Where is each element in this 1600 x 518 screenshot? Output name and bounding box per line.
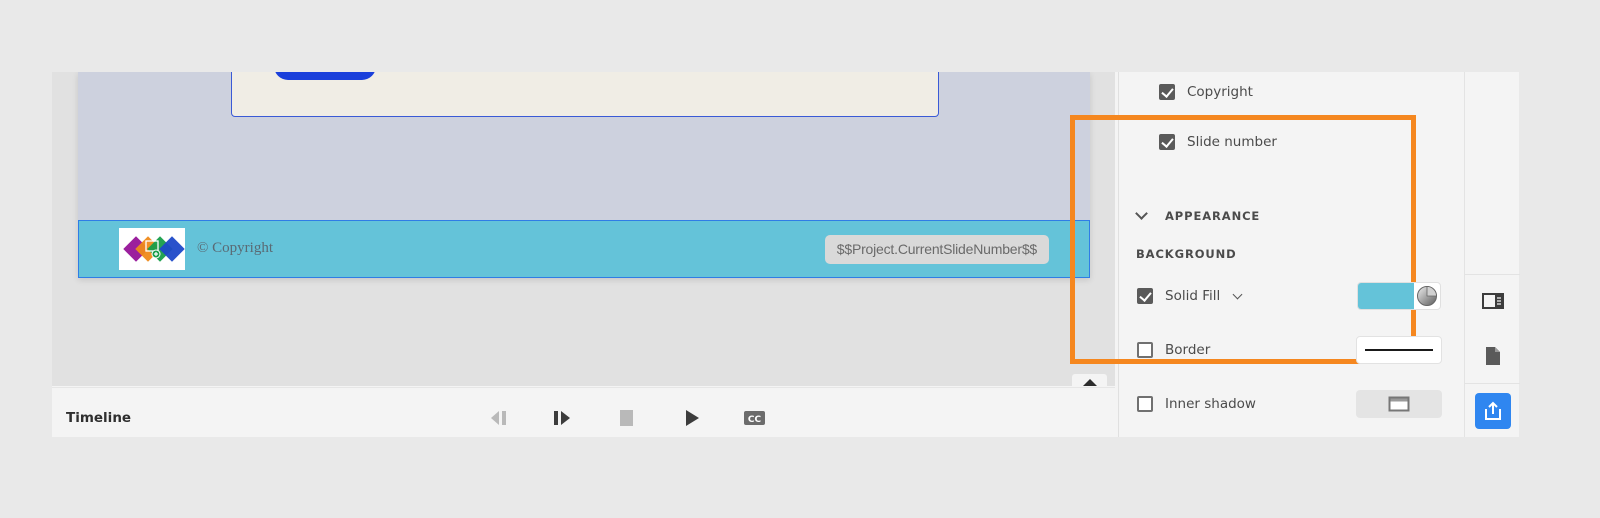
expand-timeline-toggle[interactable] — [1072, 374, 1107, 386]
next-button[interactable] — [551, 408, 573, 428]
appearance-title: APPEARANCE — [1165, 209, 1261, 223]
footer-slide-number-field[interactable]: $$Project.CurrentSlideNumber$$ — [824, 235, 1049, 264]
color-wheel-icon — [1417, 286, 1437, 306]
step-back-icon — [491, 411, 506, 425]
rail-divider — [1465, 383, 1520, 384]
step-forward-icon — [554, 411, 570, 425]
timeline-label: Timeline — [66, 410, 132, 426]
appearance-highlight-box — [1070, 115, 1416, 364]
document-icon — [1486, 347, 1500, 365]
rail-divider — [1465, 274, 1520, 275]
inner-shadow-row: Inner shadow — [1137, 396, 1256, 412]
border-row: Border — [1137, 342, 1210, 358]
play-icon — [686, 410, 699, 426]
fill-color-preview[interactable] — [1358, 283, 1414, 309]
svg-text:CC: CC — [748, 415, 762, 425]
right-icon-rail — [1464, 72, 1520, 437]
border-checkbox[interactable] — [1137, 342, 1153, 358]
timeline-bar: Timeline CC — [52, 387, 1115, 437]
solid-fill-label[interactable]: Solid Fill — [1165, 288, 1220, 304]
stop-button[interactable] — [617, 408, 637, 428]
inner-shadow-picker[interactable] — [1356, 390, 1442, 418]
border-label: Border — [1165, 342, 1211, 358]
copyright-checkbox[interactable] — [1159, 84, 1175, 100]
chevron-down-icon — [1135, 207, 1148, 220]
caret-up-icon — [1082, 379, 1098, 386]
properties-panel-button[interactable] — [1475, 283, 1511, 319]
fill-type-dropdown-chevron-icon[interactable] — [1232, 289, 1243, 299]
play-button[interactable] — [682, 408, 702, 428]
slide-stage: © Copyright $$Project.CurrentSlideNumber… — [52, 72, 1115, 386]
panel-layout-icon — [1482, 293, 1504, 309]
copyright-option[interactable]: Copyright — [1159, 84, 1253, 100]
previous-button[interactable] — [489, 408, 511, 428]
footer-copyright-text[interactable]: © Copyright — [197, 240, 273, 257]
cc-icon: CC — [744, 411, 765, 425]
border-line-preview — [1365, 349, 1433, 351]
background-title: BACKGROUND — [1136, 247, 1237, 261]
inner-shadow-icon — [1388, 396, 1410, 412]
fill-color-swatch[interactable] — [1357, 282, 1441, 310]
footer-logo-image[interactable] — [119, 228, 185, 270]
slide-button-shape[interactable] — [274, 72, 376, 80]
inner-shadow-label: Inner shadow — [1165, 396, 1256, 412]
copyright-label: Copyright — [1187, 84, 1253, 100]
inner-shadow-checkbox[interactable] — [1137, 396, 1153, 412]
color-picker-button[interactable] — [1414, 283, 1440, 309]
border-style-picker[interactable] — [1356, 336, 1442, 364]
logo-diamonds-icon — [123, 236, 185, 262]
publish-button[interactable] — [1475, 393, 1511, 429]
solid-fill-checkbox[interactable] — [1137, 288, 1153, 304]
document-button[interactable] — [1475, 338, 1511, 374]
slide-footer-master[interactable]: © Copyright $$Project.CurrentSlideNumber… — [78, 220, 1090, 278]
closed-captions-button[interactable]: CC — [743, 408, 767, 428]
share-upload-icon — [1485, 401, 1501, 420]
stop-icon — [620, 410, 633, 426]
appearance-section-header[interactable]: APPEARANCE — [1135, 207, 1261, 223]
solid-fill-row: Solid Fill — [1137, 288, 1243, 304]
slide-content-card[interactable] — [231, 72, 939, 117]
